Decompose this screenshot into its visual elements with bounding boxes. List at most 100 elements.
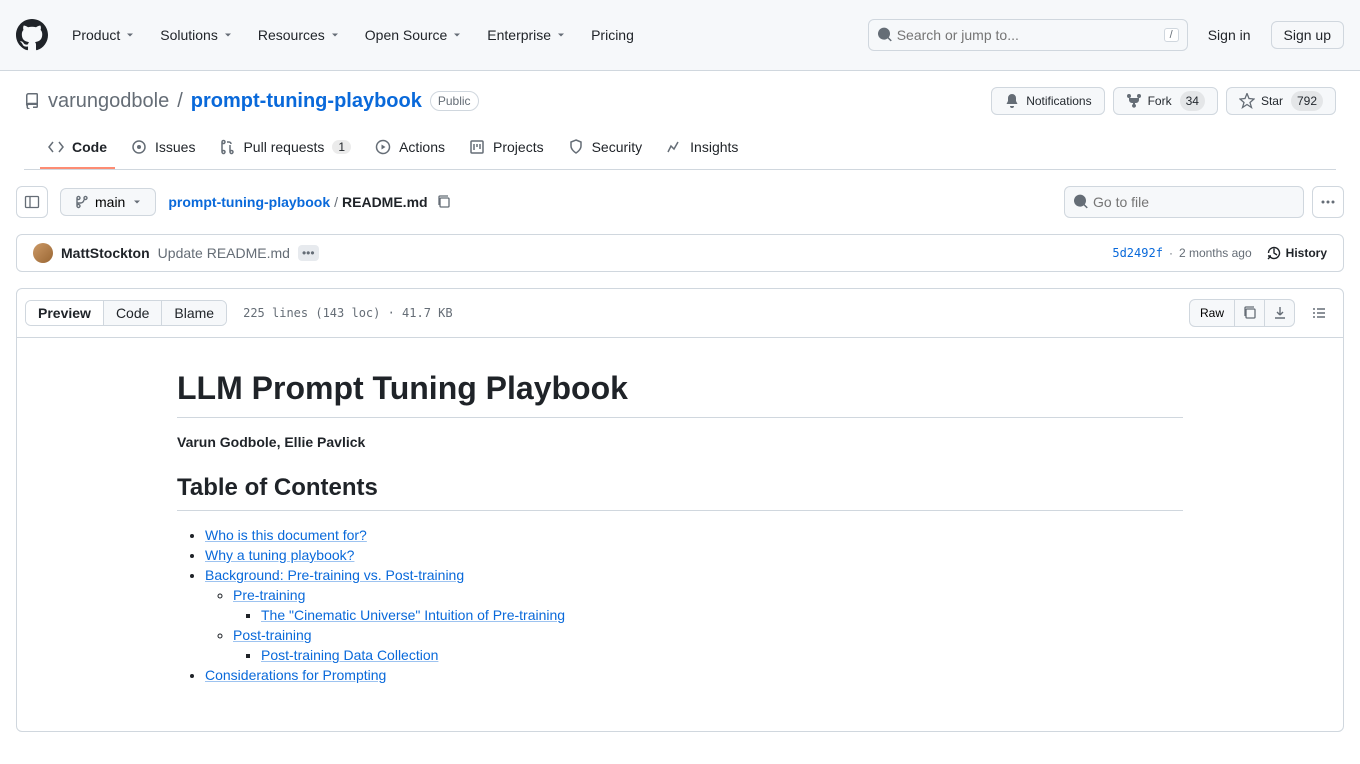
copy-raw-button[interactable]: [1235, 299, 1265, 327]
more-options-button[interactable]: [1312, 186, 1344, 218]
notifications-button[interactable]: Notifications: [991, 87, 1104, 115]
commit-author-link[interactable]: MattStockton: [61, 245, 150, 261]
nav-enterprise[interactable]: Enterprise: [479, 21, 575, 49]
sidebar-collapse-icon: [24, 194, 40, 210]
toc-link[interactable]: Pre-training: [233, 587, 305, 603]
projects-icon: [469, 139, 485, 155]
star-count: 792: [1291, 91, 1323, 111]
toc-link[interactable]: Post-training Data Collection: [261, 647, 438, 663]
repo-owner-link[interactable]: varungodbole: [48, 90, 169, 113]
github-logo-icon[interactable]: [16, 19, 48, 51]
copy-path-button[interactable]: [432, 190, 456, 214]
nav-resources[interactable]: Resources: [250, 21, 349, 49]
pulls-count: 1: [332, 140, 351, 154]
history-link[interactable]: History: [1266, 245, 1327, 261]
page-title: LLM Prompt Tuning Playbook: [177, 370, 1183, 418]
avatar[interactable]: [33, 243, 53, 263]
visibility-badge: Public: [430, 91, 479, 111]
copy-icon: [1242, 305, 1258, 321]
file-viewer: Preview Code Blame 225 lines (143 loc) ·…: [16, 288, 1344, 732]
go-to-file[interactable]: [1064, 186, 1304, 218]
go-to-file-input[interactable]: [1089, 194, 1295, 210]
nav-opensource[interactable]: Open Source: [357, 21, 472, 49]
toc-link[interactable]: Considerations for Prompting: [205, 667, 386, 683]
star-icon: [1239, 93, 1255, 109]
toc-link[interactable]: Post-training: [233, 627, 312, 643]
chevron-down-icon: [555, 29, 567, 41]
tab-pulls[interactable]: Pull requests1: [211, 131, 359, 169]
tab-insights[interactable]: Insights: [658, 131, 746, 169]
toc-link[interactable]: The "Cinematic Universe" Intuition of Pr…: [261, 607, 565, 623]
repo-tabs: Code Issues Pull requests1 Actions Proje…: [24, 131, 1336, 170]
code-icon: [48, 139, 64, 155]
breadcrumb: prompt-tuning-playbook / README.md: [168, 190, 455, 214]
toc-link[interactable]: Background: Pre-training vs. Post-traini…: [205, 567, 464, 583]
nav-pricing[interactable]: Pricing: [583, 21, 642, 49]
play-icon: [375, 139, 391, 155]
sign-in-link[interactable]: Sign in: [1200, 23, 1259, 47]
toc-link[interactable]: Why a tuning playbook?: [205, 547, 354, 563]
preview-tab[interactable]: Preview: [26, 301, 103, 325]
history-icon: [1266, 245, 1282, 261]
repo-icon: [24, 93, 40, 109]
copy-icon: [436, 194, 452, 210]
commit-sha-link[interactable]: 5d2492f: [1112, 246, 1163, 260]
toc-heading: Table of Contents: [177, 474, 1183, 511]
global-search[interactable]: /: [868, 19, 1188, 51]
sign-up-button[interactable]: Sign up: [1271, 21, 1344, 49]
toc-list: Who is this document for? Why a tuning p…: [177, 527, 1183, 683]
commit-message-link[interactable]: Update README.md: [158, 245, 290, 261]
chevron-down-icon: [131, 196, 143, 208]
star-button[interactable]: Star 792: [1226, 87, 1336, 115]
bell-icon: [1004, 93, 1020, 109]
chevron-down-icon: [222, 29, 234, 41]
tab-security[interactable]: Security: [560, 131, 651, 169]
file-info: 225 lines (143 loc) · 41.7 KB: [243, 306, 453, 320]
markdown-content: LLM Prompt Tuning Playbook Varun Godbole…: [17, 338, 1343, 731]
breadcrumb-current: README.md: [342, 194, 428, 210]
blame-tab[interactable]: Blame: [161, 301, 226, 325]
global-header: Product Solutions Resources Open Source …: [0, 0, 1360, 71]
search-icon: [877, 27, 893, 43]
outline-button[interactable]: [1303, 297, 1335, 329]
tab-code[interactable]: Code: [40, 131, 115, 169]
graph-icon: [666, 139, 682, 155]
download-button[interactable]: [1265, 299, 1295, 327]
file-section: main prompt-tuning-playbook / README.md …: [0, 170, 1360, 748]
toc-link[interactable]: Who is this document for?: [205, 527, 367, 543]
commit-expand-button[interactable]: •••: [298, 245, 319, 261]
repo-name-link[interactable]: prompt-tuning-playbook: [191, 90, 422, 113]
code-tab[interactable]: Code: [103, 301, 161, 325]
repo-sep: /: [177, 90, 183, 113]
branch-select-button[interactable]: main: [60, 188, 156, 216]
issues-icon: [131, 139, 147, 155]
header-left: Product Solutions Resources Open Source …: [16, 19, 642, 51]
tab-issues[interactable]: Issues: [123, 131, 203, 169]
breadcrumb-repo-link[interactable]: prompt-tuning-playbook: [168, 194, 330, 210]
header-right: / Sign in Sign up: [868, 19, 1344, 51]
repo-title: varungodbole / prompt-tuning-playbook Pu…: [24, 90, 479, 113]
fork-count: 34: [1180, 91, 1205, 111]
pull-request-icon: [219, 139, 235, 155]
tab-projects[interactable]: Projects: [461, 131, 552, 169]
nav-product[interactable]: Product: [64, 21, 144, 49]
fork-button[interactable]: Fork 34: [1113, 87, 1218, 115]
view-toggle: Preview Code Blame: [25, 300, 227, 326]
chevron-down-icon: [451, 29, 463, 41]
nav-solutions[interactable]: Solutions: [152, 21, 242, 49]
tab-actions[interactable]: Actions: [367, 131, 453, 169]
raw-button[interactable]: Raw: [1189, 299, 1235, 327]
search-kbd: /: [1164, 28, 1179, 42]
chevron-down-icon: [124, 29, 136, 41]
global-nav: Product Solutions Resources Open Source …: [64, 21, 642, 49]
latest-commit: MattStockton Update README.md ••• 5d2492…: [16, 234, 1344, 272]
toggle-tree-button[interactable]: [16, 186, 48, 218]
repo-actions: Notifications Fork 34 Star 792: [991, 87, 1336, 115]
chevron-down-icon: [329, 29, 341, 41]
search-input[interactable]: [893, 27, 1164, 43]
kebab-icon: [1320, 194, 1336, 210]
branch-icon: [73, 194, 89, 210]
commit-time: 2 months ago: [1179, 246, 1252, 260]
shield-icon: [568, 139, 584, 155]
list-icon: [1311, 305, 1327, 321]
